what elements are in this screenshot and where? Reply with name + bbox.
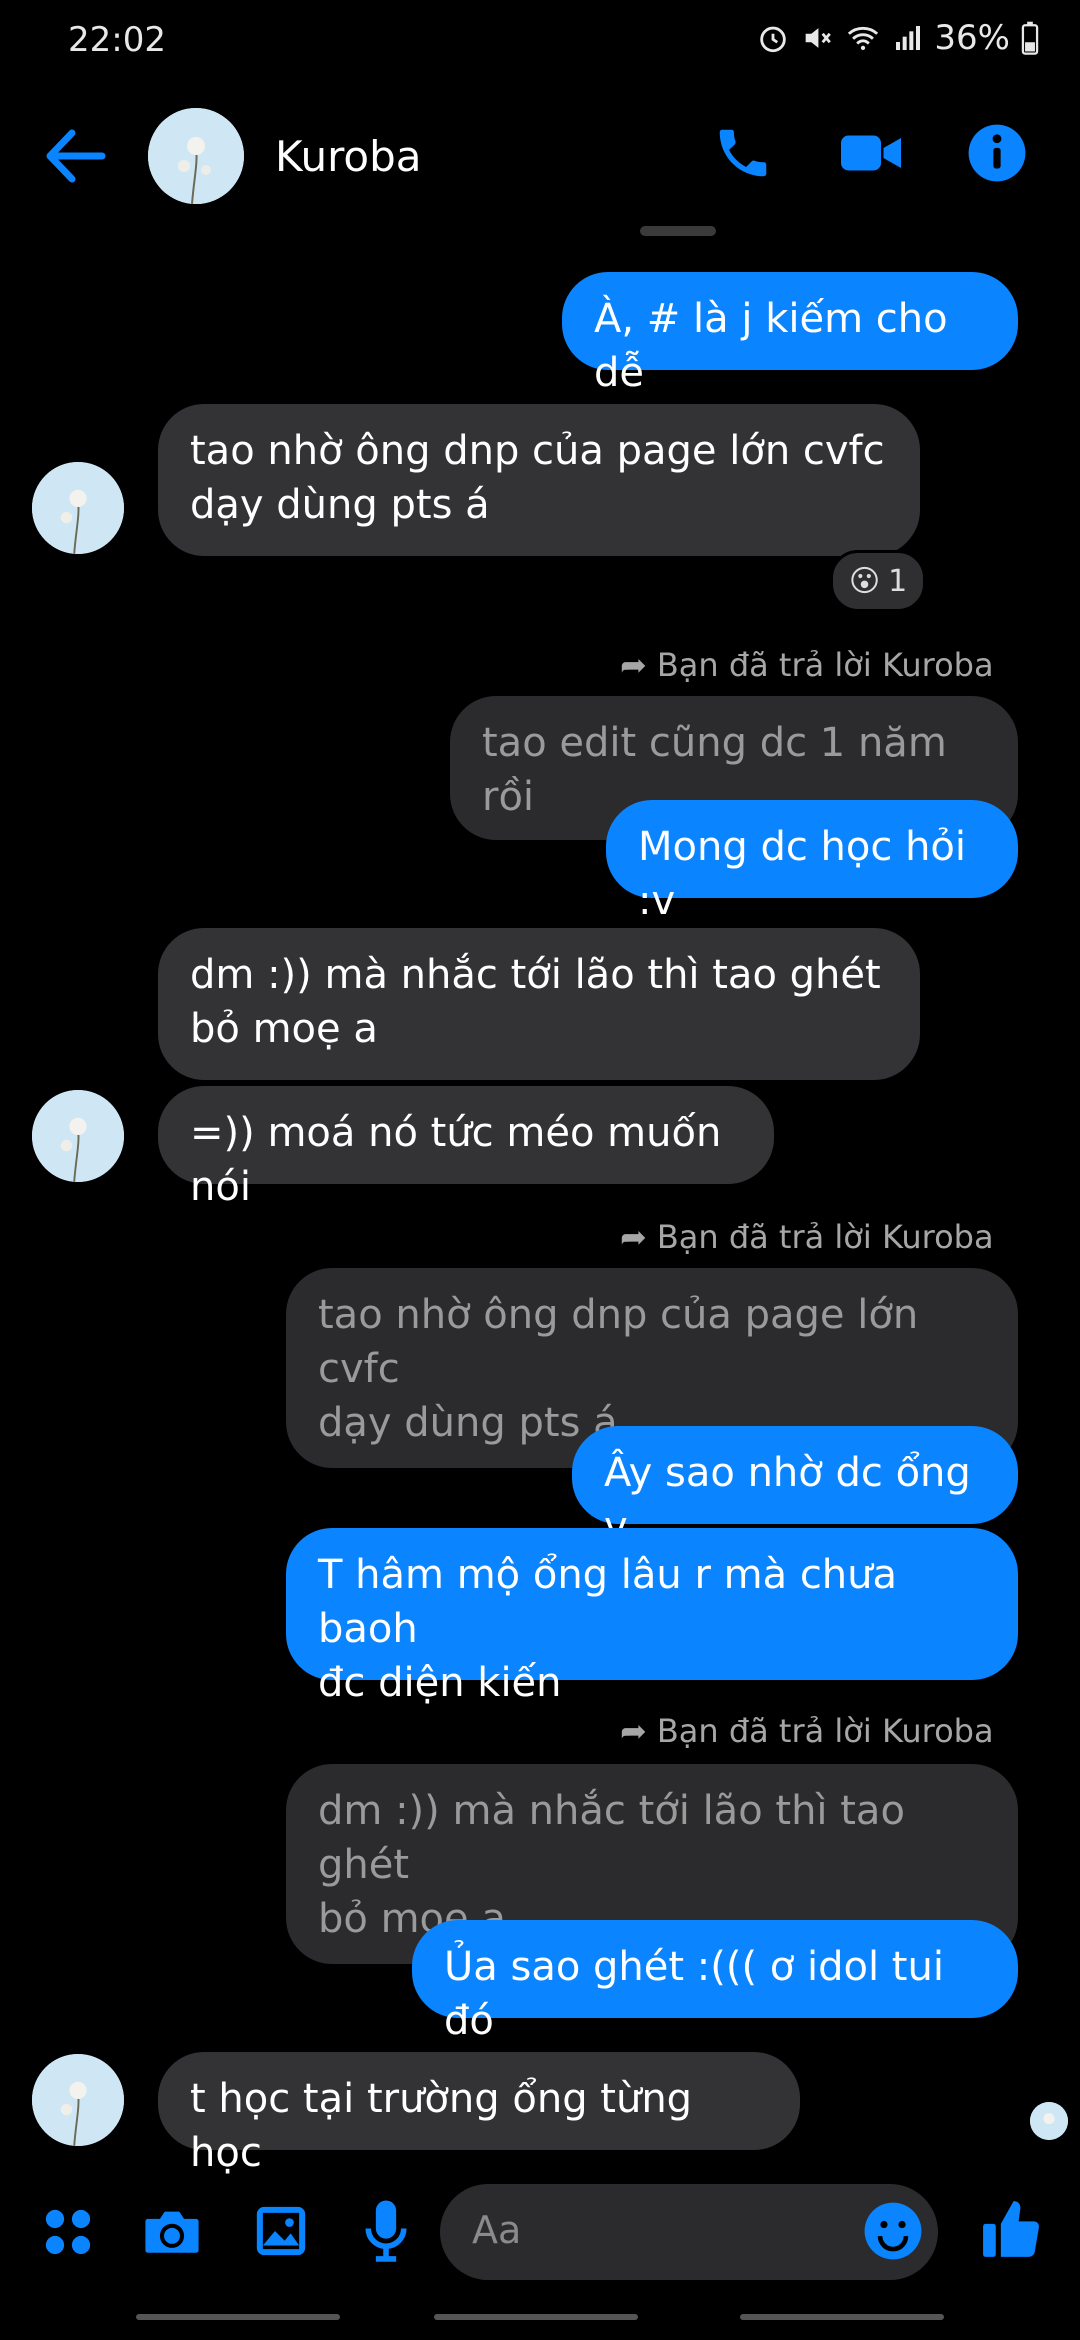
alarm-icon	[760, 26, 787, 53]
outgoing-message[interactable]: T hâm mộ ổng lâu r mà chưa baoh đc diện …	[286, 1528, 1018, 1706]
incoming-message[interactable]: tao nhờ ông dnp của page lớn cvfc dạy dù…	[158, 404, 920, 556]
thumbs-up-icon[interactable]	[980, 2196, 1042, 2262]
back-arrow-icon[interactable]	[40, 125, 112, 187]
signal-icon	[896, 26, 921, 50]
incoming-message[interactable]: dm :)) mà nhắc tới lão thì tao ghét bỏ m…	[158, 928, 920, 1080]
battery-icon	[1021, 21, 1039, 55]
reaction-badge[interactable]: 😮 1	[830, 550, 926, 612]
quote-line: dm :)) mà nhắc tới lão thì tao ghét	[318, 1788, 905, 1888]
surprised-emoji-icon: 😮	[848, 563, 881, 599]
message-line: tao nhờ ông dnp của page lớn cvfc	[190, 428, 885, 474]
message-line: dm :)) mà nhắc tới lão thì tao ghét	[190, 952, 881, 998]
outgoing-message[interactable]: À, # là j kiếm cho dễ	[562, 272, 1018, 396]
sender-avatar[interactable]	[32, 462, 124, 554]
message-input-placeholder: Aa	[472, 2208, 522, 2252]
seen-receipt-avatar	[1030, 2102, 1068, 2140]
reply-note: ➦ Bạn đã trả lời Kuroba	[620, 646, 994, 684]
status-time: 22:02	[68, 20, 166, 60]
scroll-indicator	[640, 226, 716, 236]
reply-arrow-icon: ➦	[620, 1712, 647, 1750]
info-icon[interactable]	[966, 122, 1028, 184]
battery-percent: 36%	[934, 18, 1010, 58]
incoming-message[interactable]: t học tại trường ổng từng học	[158, 2052, 800, 2176]
contact-avatar[interactable]	[148, 108, 244, 204]
message-line: đc diện kiến	[318, 1660, 562, 1706]
nav-bar-left	[136, 2314, 340, 2320]
reply-note: ➦ Bạn đã trả lời Kuroba	[620, 1712, 994, 1750]
emoji-icon[interactable]	[862, 2200, 924, 2262]
status-icons: 36%	[756, 18, 1040, 58]
quote-line: tao nhờ ông dnp của page lớn cvfc	[318, 1292, 919, 1392]
wifi-icon	[848, 26, 879, 51]
sender-avatar[interactable]	[32, 2054, 124, 2146]
incoming-message[interactable]: =)) moá nó tức méo muốn nói	[158, 1086, 774, 1210]
message-line: bỏ moẹ a	[190, 1006, 378, 1052]
reply-note: ➦ Bạn đã trả lời Kuroba	[620, 1218, 994, 1256]
camera-icon[interactable]	[140, 2202, 204, 2260]
outgoing-message[interactable]: Ây sao nhờ dc ổng v	[572, 1426, 1018, 1550]
mute-icon	[806, 28, 832, 48]
reply-arrow-icon: ➦	[620, 646, 647, 684]
video-camera-icon[interactable]	[836, 122, 906, 184]
message-line: T hâm mộ ổng lâu r mà chưa baoh	[318, 1552, 898, 1652]
gallery-icon[interactable]	[252, 2202, 310, 2260]
outgoing-message[interactable]: Mong dc học hỏi :v	[606, 800, 1018, 924]
nav-bar-right	[740, 2314, 944, 2320]
message-line: dạy dùng pts á	[190, 482, 490, 528]
contact-name[interactable]: Kuroba	[275, 132, 422, 181]
apps-icon[interactable]	[42, 2206, 94, 2258]
reply-arrow-icon: ➦	[620, 1218, 647, 1256]
outgoing-message[interactable]: Ủa sao ghét :((( ơ idol tui đó	[412, 1920, 1018, 2044]
sender-avatar[interactable]	[32, 1090, 124, 1182]
phone-icon[interactable]	[712, 122, 774, 184]
microphone-icon[interactable]	[360, 2198, 412, 2264]
nav-bar-center	[434, 2314, 638, 2320]
reaction-count: 1	[888, 563, 908, 599]
